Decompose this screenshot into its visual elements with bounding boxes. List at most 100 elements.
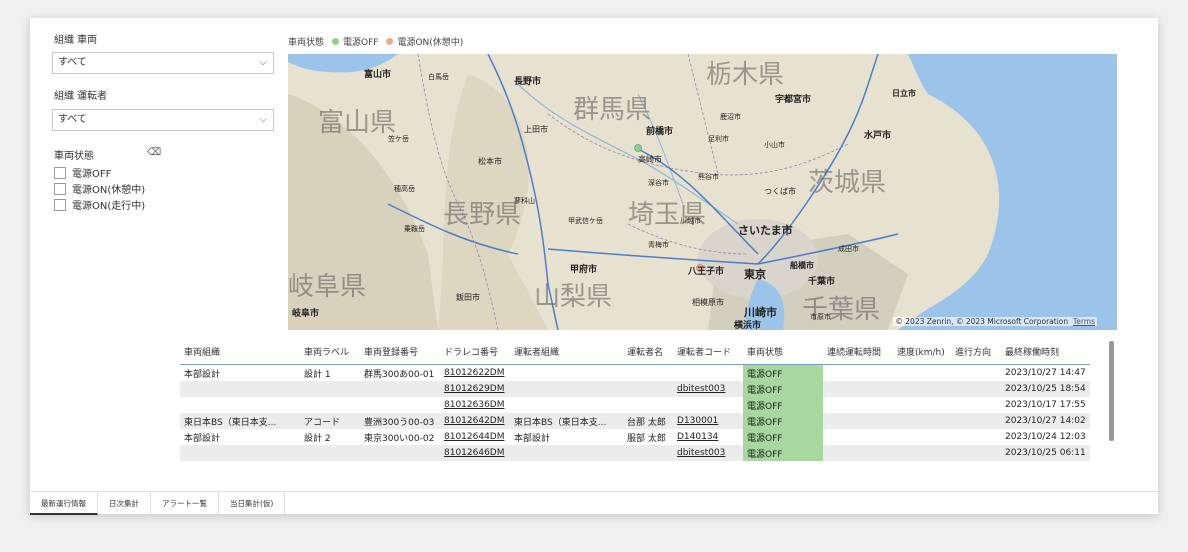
legend-dot-rest [386, 38, 394, 45]
table-cell [360, 445, 440, 461]
peak-hotaka: 穂高岳 [394, 185, 415, 193]
col-vehicle-label[interactable]: 車両ラベル [300, 338, 360, 365]
table-cell: 本部設計 [184, 369, 221, 380]
tab-latest-operation[interactable]: 最新運行情報 [30, 492, 98, 515]
city-tsukuba: つくば市 [764, 187, 796, 196]
table-cell [300, 381, 360, 397]
col-registration[interactable]: 車両登録番号 [360, 338, 440, 365]
table-cell [180, 445, 300, 461]
table-cell[interactable]: 81012629DM [440, 381, 510, 397]
col-continuous-time[interactable]: 連続運転時間 [823, 338, 893, 365]
city-kumagaya: 熊谷市 [698, 173, 719, 181]
checkbox-power-on-driving[interactable]: 電源ON(走行中) [54, 197, 145, 212]
table-cell[interactable]: 81012644DM [440, 429, 510, 445]
table-scrollbar[interactable] [1109, 341, 1114, 441]
city-takasaki: 高崎市 [638, 155, 662, 164]
checkbox-power-on-rest[interactable]: 電源ON(休憩中) [54, 181, 145, 196]
table-row[interactable]: 本部設計 設計 2 東京300い00-02 81012644DM 本部設計 服部 太郎 D1… [180, 429, 1090, 445]
table-cell[interactable]: 81012642DM [440, 413, 510, 429]
city-narita: 成田市 [838, 245, 859, 253]
peak-norikura: 乗鞍岳 [404, 225, 425, 233]
table-row[interactable]: 81012646DM dbitest003 電源OFF 2023/10/25 06:1… [180, 445, 1090, 461]
org-driver-dropdown[interactable]: すべて ⌵ [52, 109, 274, 131]
org-vehicle-dropdown[interactable]: すべて ⌵ [52, 52, 274, 74]
table-cell [951, 445, 1001, 461]
city-kofu: 甲府市 [570, 265, 598, 275]
city-gifu: 岐阜市 [292, 309, 320, 319]
pref-gifu: 岐阜県 [288, 272, 367, 302]
map-legend: 車両状態 電源OFF 電源ON(休憩中) [288, 35, 463, 48]
city-mito: 水戸市 [864, 131, 892, 141]
col-driver-org[interactable]: 運転者組織 [510, 338, 623, 365]
table-cell [180, 381, 300, 397]
col-vehicle-state[interactable]: 車両状態 [743, 338, 823, 365]
col-driver-name[interactable]: 運転者名 [623, 338, 673, 365]
tab-daily-summary[interactable]: 日次集計 [98, 492, 151, 515]
table-row[interactable]: 81012629DM dbitest003 電源OFF 2023/10/25 18:5… [180, 381, 1090, 397]
pref-gunma: 群馬県 [573, 95, 652, 125]
table-cell [823, 429, 893, 445]
table-cell [893, 365, 951, 382]
table-cell: 2023/10/27 14:47 [1005, 368, 1086, 378]
pref-tochigi: 栃木県 [706, 60, 785, 90]
table-cell: 2023/10/27 14:02 [1001, 413, 1090, 429]
city-toyama: 富山市 [364, 70, 392, 80]
table-cell: 2023/10/25 18:54 [1001, 381, 1090, 397]
city-kanuma: 鹿沼市 [720, 113, 741, 121]
table-cell: 東京300い00-02 [364, 433, 435, 444]
table-cell: 2023/10/24 12:03 [1005, 432, 1086, 442]
table-cell[interactable]: D130001 [673, 413, 743, 429]
tab-alert-list[interactable]: アラート一覧 [151, 492, 219, 515]
table-cell [951, 381, 1001, 397]
tab-today-summary[interactable]: 当日集計(仮) [219, 492, 286, 515]
city-fukaya: 深谷市 [648, 179, 669, 187]
table-cell: 台那 太郎 [623, 413, 673, 429]
col-speed[interactable]: 速度(km/h) [893, 338, 951, 365]
city-tokyo: 東京 [744, 268, 766, 281]
col-driver-code[interactable]: 運転者コード [673, 338, 743, 365]
table-row[interactable]: 81012636DM 電源OFF 2023/10/17 17:55 [180, 397, 1090, 413]
legend-rest: 電源ON(休憩中) [397, 38, 464, 48]
legend-dot-off [332, 38, 340, 45]
table-cell[interactable]: dbitest003 [673, 445, 743, 461]
checkbox-power-off[interactable]: 電源OFF [54, 165, 111, 180]
table-cell[interactable]: 81012636DM [440, 397, 510, 413]
table-cell [623, 397, 673, 413]
map-terms-link[interactable]: Terms [1073, 317, 1095, 326]
table-cell: 設計 1 [304, 369, 331, 380]
table-cell [951, 397, 1001, 413]
table-header-row: 車両組織 車両ラベル 車両登録番号 ドラレコ番号 運転者組織 運転者名 運転者コ… [180, 338, 1090, 365]
table-cell: 電源OFF [743, 381, 823, 397]
table-cell: 群馬300あ00-01 [364, 369, 435, 380]
table-cell[interactable]: 81012646DM [440, 445, 510, 461]
peak-kasagatake: 笠ケ岳 [388, 135, 409, 143]
col-heading[interactable]: 進行方向 [951, 338, 1001, 365]
table-cell [510, 397, 623, 413]
report-canvas: 組織 車両 すべて ⌵ 組織 運転者 すべて ⌵ 車両状態 ⌫ 電源OFF 電源… [30, 18, 1158, 515]
table-row[interactable]: 本部設計 設計 1 群馬300あ00-01 81012622DM 電源OFF 2023/1… [180, 364, 1090, 382]
col-drarec[interactable]: ドラレコ番号 [440, 338, 510, 365]
table-cell [951, 429, 1001, 445]
table-cell [673, 397, 743, 413]
table-cell[interactable]: 81012622DM [440, 365, 510, 382]
city-ueda: 上田市 [524, 125, 548, 134]
table-cell [823, 381, 893, 397]
map-copyright: © 2023 Zenrin, © 2023 Microsoft Corporat… [893, 317, 1097, 326]
city-sagamihara: 相模原市 [692, 298, 724, 307]
city-utsunomiya: 宇都宮市 [775, 95, 812, 105]
table-cell [893, 429, 951, 445]
city-hachioji: 八王子市 [688, 267, 725, 277]
table-cell [823, 397, 893, 413]
table-cell[interactable]: D140134 [673, 429, 743, 445]
col-vehicle-org[interactable]: 車両組織 [180, 338, 300, 365]
table-cell: 本部設計 [514, 433, 551, 444]
city-hitachi: 日立市 [892, 89, 916, 98]
eraser-icon[interactable]: ⌫ [147, 147, 161, 158]
table-cell: 電源OFF [743, 364, 823, 381]
table-row[interactable]: 東日本BS（東日本支... アコード 豊洲300う00-03 81012642DM 東日… [180, 413, 1090, 429]
vehicle-map[interactable]: 栃木県 富山県 群馬県 茨城県 長野県 埼玉県 岐阜県 山梨県 千葉県 富山市 … [288, 54, 1117, 330]
table-cell: アコード [300, 413, 360, 429]
table-cell[interactable]: dbitest003 [673, 381, 743, 397]
col-last-active[interactable]: 最終稼働時刻 [1001, 338, 1090, 365]
page-tabs: 最新運行情報 日次集計 アラート一覧 当日集計(仮) [30, 491, 1158, 515]
